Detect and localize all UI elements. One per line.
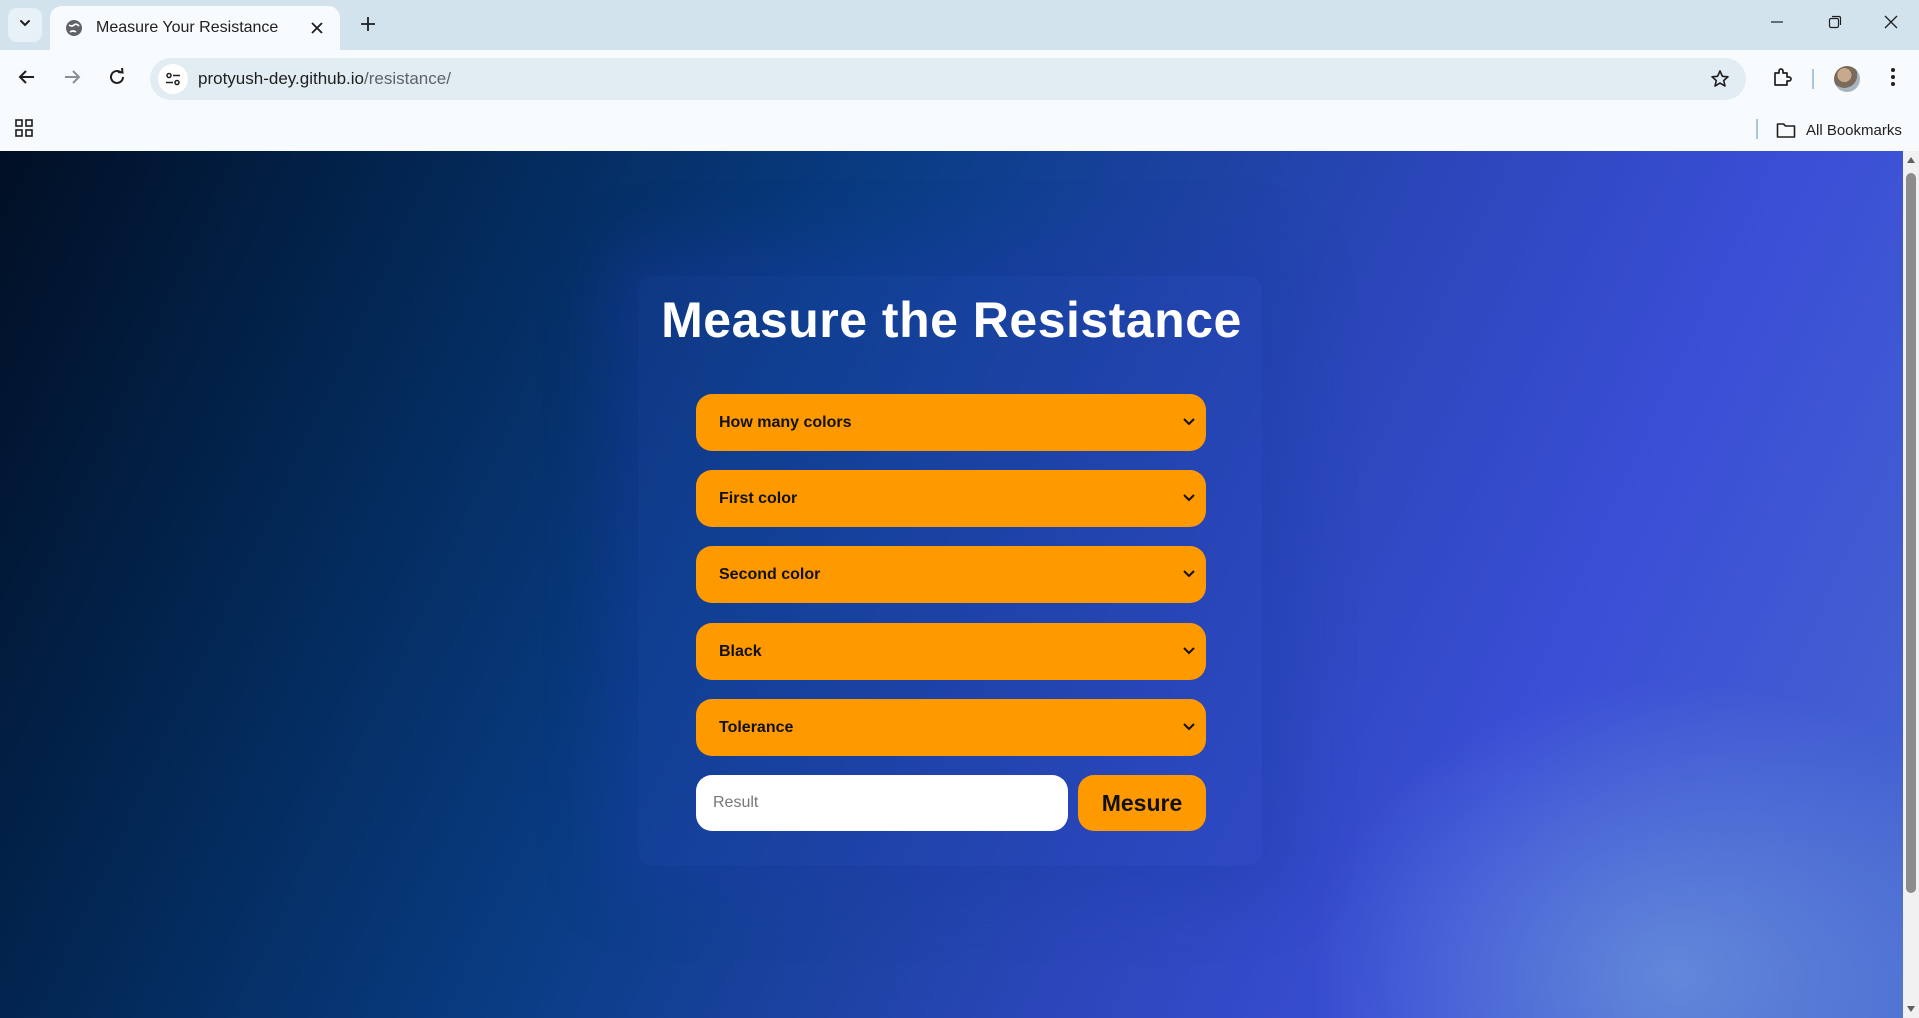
back-arrow-icon (18, 68, 36, 91)
profile-button[interactable] (1829, 61, 1865, 97)
first-color-select[interactable]: First color (696, 470, 1206, 527)
minimize-button[interactable] (1748, 0, 1806, 48)
chevron-down-icon (18, 16, 32, 35)
globe-icon (64, 18, 84, 38)
bookmarks-divider (1756, 119, 1758, 139)
measure-button[interactable]: Mesure (1078, 775, 1206, 831)
multiplier-select-label: Black (719, 642, 762, 660)
chevron-down-icon (1180, 489, 1198, 507)
folder-icon (1776, 121, 1796, 139)
first-color-select-label: First color (719, 489, 798, 507)
chevron-down-icon (1180, 718, 1198, 736)
chevron-down-icon (1180, 413, 1198, 431)
chevron-down-icon (1180, 642, 1198, 660)
bookmarks-bar: All Bookmarks (0, 108, 1919, 152)
color-count-select[interactable]: How many colors (696, 394, 1206, 451)
new-tab-button[interactable] (352, 10, 384, 42)
scroll-up-icon[interactable] (1906, 155, 1916, 165)
restore-icon (1828, 15, 1842, 34)
url-text: protyush-dey.github.io/resistance/ (198, 69, 1702, 89)
extensions-icon (1772, 67, 1792, 92)
more-vert-icon (1890, 67, 1896, 92)
all-bookmarks-label: All Bookmarks (1806, 121, 1902, 139)
scroll-down-icon[interactable] (1906, 1004, 1916, 1014)
url-path: /resistance/ (364, 69, 451, 88)
menu-button[interactable] (1875, 61, 1911, 97)
tab-strip: Measure Your Resistance (0, 0, 1919, 50)
apps-grid-icon (14, 118, 34, 143)
window-close-icon (1884, 15, 1898, 34)
tolerance-select[interactable]: Tolerance (696, 699, 1206, 756)
apps-button[interactable] (10, 116, 38, 144)
page-viewport: Measure the Resistance How many colors F… (0, 151, 1903, 1018)
multiplier-select[interactable]: Black (696, 623, 1206, 680)
active-tab[interactable]: Measure Your Resistance (50, 6, 340, 50)
url-host: protyush-dey.github.io (198, 69, 365, 88)
extensions-button[interactable] (1764, 61, 1800, 97)
chevron-down-icon (1180, 565, 1198, 583)
plus-icon (360, 16, 376, 37)
tab-search-button[interactable] (8, 8, 42, 42)
profile-avatar (1834, 66, 1860, 92)
second-color-select[interactable]: Second color (696, 546, 1206, 603)
forward-button[interactable] (54, 61, 90, 97)
close-window-button[interactable] (1862, 0, 1919, 48)
site-info-icon[interactable] (158, 64, 188, 94)
page-scrollbar[interactable] (1903, 151, 1919, 1018)
second-color-select-label: Second color (719, 565, 821, 583)
restore-button[interactable] (1806, 0, 1864, 48)
address-bar[interactable]: protyush-dey.github.io/resistance/ (150, 58, 1746, 100)
forward-arrow-icon (63, 68, 81, 91)
color-count-select-label: How many colors (719, 413, 852, 431)
scrollbar-thumb[interactable] (1906, 173, 1916, 893)
minimize-icon (1770, 15, 1784, 34)
reload-icon (108, 67, 126, 91)
tolerance-select-label: Tolerance (719, 718, 794, 736)
all-bookmarks-button[interactable]: All Bookmarks (1776, 117, 1902, 143)
close-tab-icon[interactable] (304, 15, 330, 41)
back-button[interactable] (9, 61, 45, 97)
tab-title: Measure Your Resistance (96, 19, 279, 36)
toolbar-divider (1812, 69, 1814, 89)
result-field[interactable] (696, 775, 1068, 831)
browser-toolbar: protyush-dey.github.io/resistance/ (0, 50, 1919, 108)
reload-button[interactable] (99, 61, 135, 97)
star-icon[interactable] (1702, 61, 1738, 97)
page-title: Measure the Resistance (661, 292, 1242, 348)
